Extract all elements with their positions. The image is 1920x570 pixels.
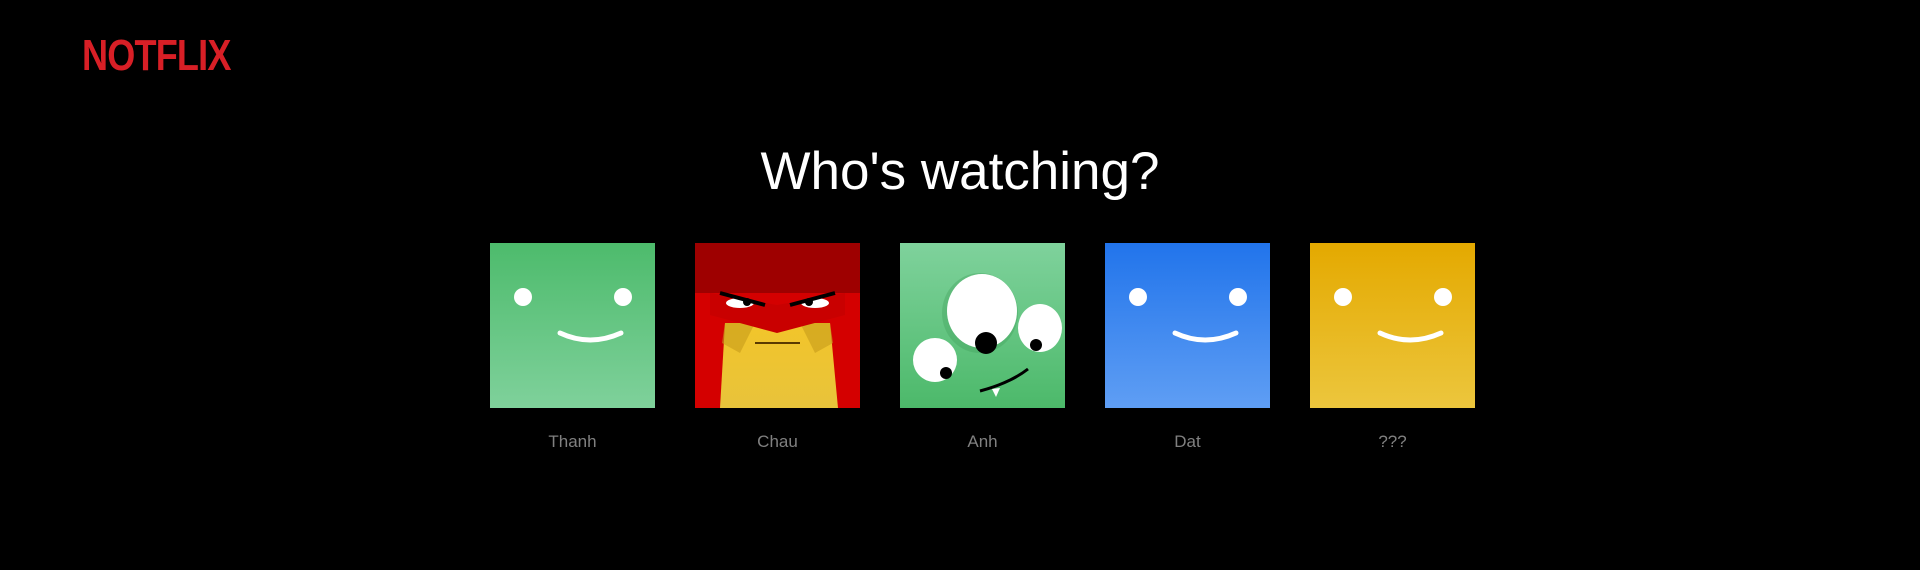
profile-name: Anh <box>967 432 998 451</box>
smiley-face-icon[interactable] <box>1105 243 1270 408</box>
profile-list: Thanh Chau Anh Dat ??? <box>490 243 1475 452</box>
three-eyed-monster-icon[interactable] <box>900 243 1065 408</box>
profile-thanh[interactable]: Thanh <box>490 243 655 452</box>
profile-chau[interactable]: Chau <box>695 243 860 452</box>
profile-unknown[interactable]: ??? <box>1310 243 1475 452</box>
smiley-face-icon[interactable] <box>490 243 655 408</box>
profile-name: Thanh <box>548 432 597 451</box>
logo[interactable]: NOTFLIX <box>82 34 231 78</box>
profile-name: ??? <box>1378 432 1407 451</box>
profile-select-page: NOTFLIX Who's watching? Thanh Chau Anh D… <box>0 0 1920 570</box>
smiley-face-icon[interactable] <box>1310 243 1475 408</box>
angry-red-face-icon[interactable] <box>695 243 860 408</box>
profile-dat[interactable]: Dat <box>1105 243 1270 452</box>
profile-name: Dat <box>1174 432 1201 451</box>
profile-anh[interactable]: Anh <box>900 243 1065 452</box>
profile-name: Chau <box>757 432 798 451</box>
page-title: Who's watching? <box>760 142 1160 201</box>
